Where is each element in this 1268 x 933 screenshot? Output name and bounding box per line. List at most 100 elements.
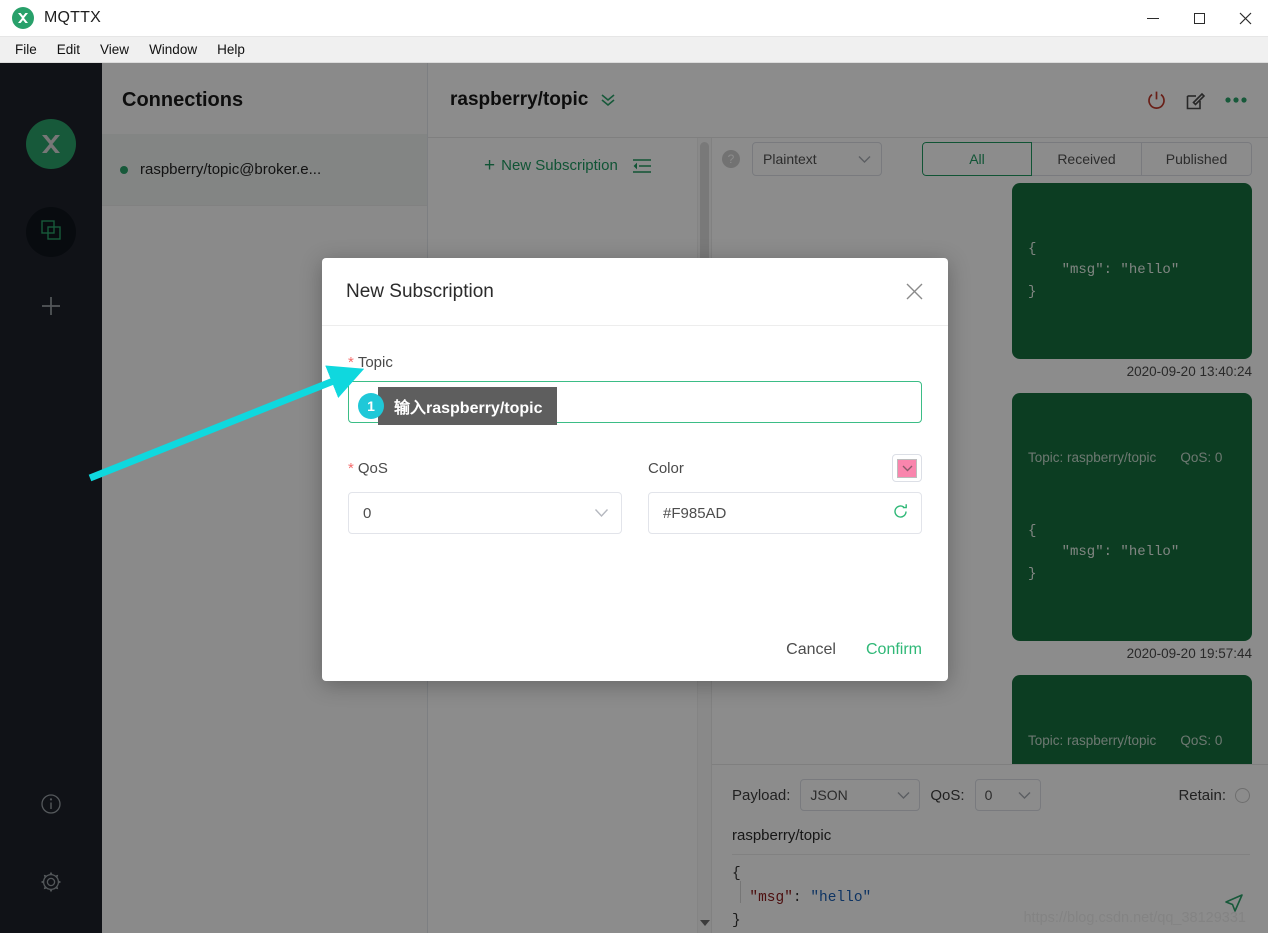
chevron-down-icon xyxy=(902,465,912,471)
plus-icon: + xyxy=(484,155,496,176)
color-field-head: Color xyxy=(648,454,922,482)
ellipsis-icon[interactable] xyxy=(1224,96,1248,104)
publish-payload-select[interactable]: JSON xyxy=(800,779,921,812)
power-icon[interactable] xyxy=(1146,90,1167,111)
info-icon xyxy=(40,793,62,820)
message-body: { "msg": "hello" } xyxy=(1028,522,1180,583)
message-meta: Topic: raspberry/topic QoS: 0 xyxy=(1028,448,1236,469)
editor-json-value: "hello" xyxy=(810,889,872,906)
annotation-text: 输入raspberry/topic xyxy=(378,387,557,425)
message-meta: Topic: raspberry/topic QoS: 0 xyxy=(1028,731,1236,752)
window-controls xyxy=(1130,0,1268,37)
edit-square-icon[interactable] xyxy=(1185,90,1206,111)
chevron-down-icon xyxy=(594,505,609,522)
qos-select-value: 0 xyxy=(363,504,372,522)
retain-toggle[interactable] xyxy=(1235,787,1250,803)
message-timestamp: 2020-09-20 13:40:24 xyxy=(1126,364,1252,380)
confirm-button[interactable]: Confirm xyxy=(866,641,922,659)
editor-json-colon: : xyxy=(792,889,811,906)
required-asterisk: * xyxy=(348,354,354,371)
color-input[interactable]: #F985AD xyxy=(648,492,922,534)
qos-select[interactable]: 0 xyxy=(348,492,622,534)
message-item: Topic: raspberry/topic QoS: 0 { "msg": "… xyxy=(728,675,1252,765)
chevron-down-icon xyxy=(858,151,871,167)
payload-format-select[interactable]: Plaintext xyxy=(752,141,882,176)
close-icon[interactable] xyxy=(905,282,924,301)
sidebar-item-settings[interactable] xyxy=(26,859,76,909)
color-label-text: Color xyxy=(648,459,684,477)
plus-icon xyxy=(39,294,63,323)
mqttx-app-window: MQTTX File Edit View Window Help Connect… xyxy=(0,0,1268,933)
publish-options-row: Payload: JSON QoS: 0 Retain: xyxy=(732,779,1250,812)
qos-label-text: QoS xyxy=(357,459,388,477)
collapse-panel-icon[interactable] xyxy=(632,158,652,174)
retain-label: Retain: xyxy=(1178,786,1226,804)
color-input-value: #F985AD xyxy=(663,504,727,522)
color-swatch-button[interactable] xyxy=(892,454,922,482)
retain-control[interactable]: Retain: xyxy=(1178,787,1250,804)
color-field-label: Color xyxy=(648,460,684,477)
minimize-icon[interactable] xyxy=(1130,0,1176,37)
topic-field-label: * Topic xyxy=(348,354,922,371)
sidebar-item-about[interactable] xyxy=(26,781,76,831)
layers-icon xyxy=(40,219,62,246)
watermark-text: https://blog.csdn.net/qq_38129331 xyxy=(1023,909,1246,926)
content-header: raspberry/topic xyxy=(428,63,1268,138)
messages-toolbar: ? Plaintext All Received Published xyxy=(712,138,1268,179)
rail-brand-logo-icon xyxy=(26,119,76,169)
message-filter-group: All Received Published xyxy=(922,141,1252,176)
new-subscription-button[interactable]: + New Subscription xyxy=(484,156,618,175)
dialog-body: * Topic raspberry/topic * QoS xyxy=(322,326,948,534)
chevron-down-icon xyxy=(897,787,910,803)
header-actions xyxy=(1146,90,1248,111)
publish-qos-select[interactable]: 0 xyxy=(974,779,1041,812)
message-bubble: Topic: raspberry/topic QoS: 0 { "msg": "… xyxy=(1012,675,1252,765)
list-item[interactable]: raspberry/topic@broker.e... xyxy=(102,134,427,206)
message-body: { "msg": "hello" } xyxy=(1028,240,1180,301)
title-bar: MQTTX xyxy=(0,0,1268,37)
refresh-icon[interactable] xyxy=(892,503,909,524)
topic-label-text: Topic xyxy=(357,354,393,371)
payload-format-value: Plaintext xyxy=(763,150,817,167)
new-subscription-dialog: New Subscription * Topic raspberry/topic xyxy=(322,258,948,681)
qos-field: * QoS 0 xyxy=(348,455,622,534)
page-title: raspberry/topic xyxy=(450,89,589,110)
cancel-button[interactable]: Cancel xyxy=(786,641,836,659)
menu-window[interactable]: Window xyxy=(140,40,206,59)
editor-indent-guide xyxy=(740,881,741,904)
sidebar-item-connections[interactable] xyxy=(26,207,76,257)
app-title: MQTTX xyxy=(44,9,101,26)
required-asterisk: * xyxy=(348,459,354,477)
chevron-double-down-icon[interactable] xyxy=(598,92,618,108)
qos-label: QoS: xyxy=(930,786,965,804)
message-qos: QoS: 0 xyxy=(1180,732,1223,748)
filter-received[interactable]: Received xyxy=(1032,141,1142,176)
dialog-header: New Subscription xyxy=(322,258,948,326)
maximize-icon[interactable] xyxy=(1176,0,1222,37)
qos-field-head: * QoS xyxy=(348,455,622,481)
connections-title: Connections xyxy=(122,89,244,111)
filter-all[interactable]: All xyxy=(922,141,1032,176)
payload-label: Payload: xyxy=(732,786,791,804)
close-icon[interactable] xyxy=(1222,0,1268,37)
publish-topic-input[interactable]: raspberry/topic xyxy=(732,827,1250,844)
chevron-down-icon xyxy=(1018,787,1031,803)
publish-qos-value: 0 xyxy=(984,787,993,804)
sidebar-item-new-connection[interactable] xyxy=(26,283,76,333)
menu-view[interactable]: View xyxy=(91,40,138,59)
icon-rail xyxy=(0,63,102,933)
message-topic: Topic: raspberry/topic xyxy=(1028,732,1157,748)
new-subscription-label: New Subscription xyxy=(501,157,618,174)
dialog-footer: Cancel Confirm xyxy=(786,641,922,659)
color-field: Color #F985AD xyxy=(648,454,922,534)
question-mark-icon[interactable]: ? xyxy=(722,149,740,168)
dialog-title: New Subscription xyxy=(346,280,494,302)
menu-file[interactable]: File xyxy=(6,40,46,59)
menu-help[interactable]: Help xyxy=(208,40,254,59)
filter-published[interactable]: Published xyxy=(1142,141,1252,176)
scroll-down-arrow-icon[interactable] xyxy=(698,919,712,927)
publish-payload-editor[interactable]: { "msg": "hello" } https://blog.csdn.net… xyxy=(732,854,1250,933)
menu-bar: File Edit View Window Help xyxy=(0,37,1268,63)
menu-edit[interactable]: Edit xyxy=(48,40,89,59)
connection-status-dot xyxy=(120,165,128,174)
